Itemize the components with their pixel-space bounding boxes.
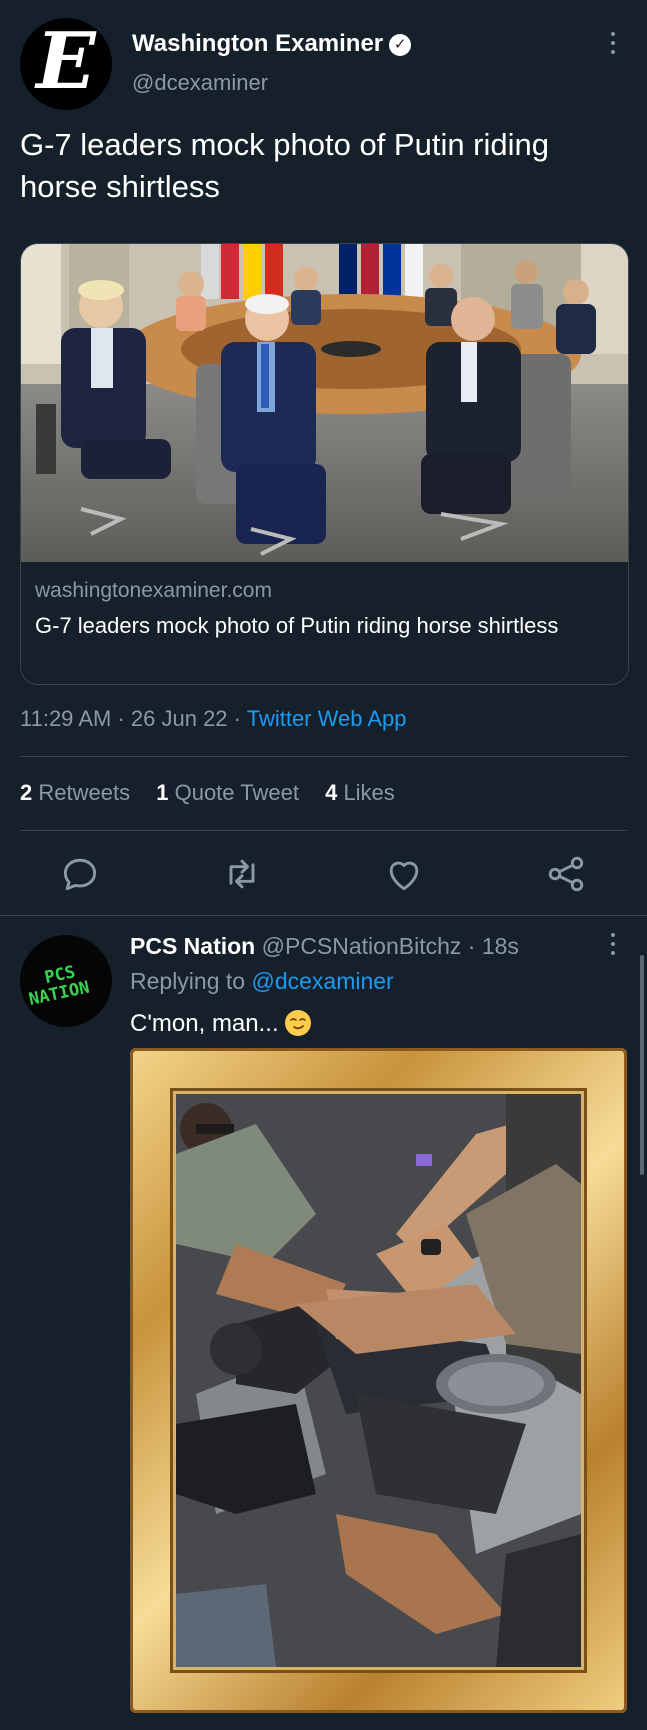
- tweet-source[interactable]: Twitter Web App: [247, 706, 407, 731]
- verified-check-icon: ✓: [389, 34, 412, 56]
- retweets-stat[interactable]: 2 Retweets: [20, 780, 130, 805]
- share-icon[interactable]: [544, 852, 588, 896]
- card-domain[interactable]: washingtonexaminer.com: [35, 579, 272, 603]
- tweet-date[interactable]: 26 Jun 22: [131, 706, 228, 731]
- author-avatar[interactable]: E: [20, 18, 112, 110]
- more-options-icon[interactable]: [605, 32, 621, 60]
- reply-header: PCS Nation @PCSNationBitchz · 18s: [130, 933, 519, 960]
- reply-time[interactable]: · 18s: [468, 933, 519, 959]
- divider: [20, 830, 627, 831]
- tweet-meta: 11:29 AM · 26 Jun 22 · Twitter Web App: [20, 706, 407, 732]
- reply-icon[interactable]: [58, 852, 102, 896]
- crowd-photo: [176, 1094, 581, 1667]
- likes-label: Likes: [343, 780, 395, 805]
- like-icon[interactable]: [382, 852, 426, 896]
- quote-tweets-stat[interactable]: 1 Quote Tweet: [156, 780, 299, 805]
- author-handle[interactable]: @dcexaminer: [132, 70, 268, 96]
- card-image[interactable]: [21, 244, 628, 562]
- washington-examiner-logo: E: [36, 18, 96, 107]
- thread-divider: [0, 915, 647, 916]
- reply-author-avatar[interactable]: PCS NATION: [20, 935, 112, 1027]
- meta-separator: ·: [233, 706, 241, 731]
- card-title[interactable]: G-7 leaders mock photo of Putin riding h…: [35, 609, 595, 643]
- replying-prefix: Replying to: [130, 968, 246, 994]
- meta-separator: ·: [117, 706, 125, 731]
- quotes-label: Quote Tweet: [174, 780, 299, 805]
- link-card[interactable]: washingtonexaminer.com G-7 leaders mock …: [20, 243, 629, 685]
- likes-stat[interactable]: 4 Likes: [325, 780, 395, 805]
- pcs-nation-logo: PCS NATION: [27, 962, 91, 1010]
- divider: [20, 756, 627, 757]
- tweet-text: G-7 leaders mock photo of Putin riding h…: [20, 127, 549, 204]
- retweets-label: Retweets: [38, 780, 131, 805]
- retweet-icon[interactable]: [220, 852, 264, 896]
- reply-text: C'mon, man...: [130, 1010, 311, 1038]
- reply-author-name[interactable]: PCS Nation: [130, 933, 255, 959]
- framed-photo: [176, 1094, 581, 1667]
- likes-count: 4: [325, 780, 338, 805]
- author-name-text[interactable]: Washington Examiner: [132, 30, 383, 57]
- retweets-count: 2: [20, 780, 33, 805]
- reply-more-options-icon[interactable]: [605, 933, 621, 961]
- reply-text-content: C'mon, man...: [130, 1010, 279, 1037]
- tweet-time[interactable]: 11:29 AM: [20, 706, 111, 731]
- replying-to: Replying to @dcexaminer: [130, 968, 394, 995]
- g7-leaders-photo: [21, 244, 628, 562]
- replying-to-handle[interactable]: @dcexaminer: [251, 968, 393, 994]
- smirking-face-emoji: [284, 1010, 311, 1036]
- tweet-actions: [0, 852, 647, 896]
- quotes-count: 1: [156, 780, 169, 805]
- author-name[interactable]: Washington Examiner ✓: [132, 30, 412, 58]
- tweet-stats: 2 Retweets 1 Quote Tweet 4 Likes: [20, 780, 395, 806]
- reply-author-handle[interactable]: @PCSNationBitchz: [262, 933, 462, 959]
- scrollbar[interactable]: [640, 955, 644, 1175]
- reply-image[interactable]: [130, 1048, 627, 1713]
